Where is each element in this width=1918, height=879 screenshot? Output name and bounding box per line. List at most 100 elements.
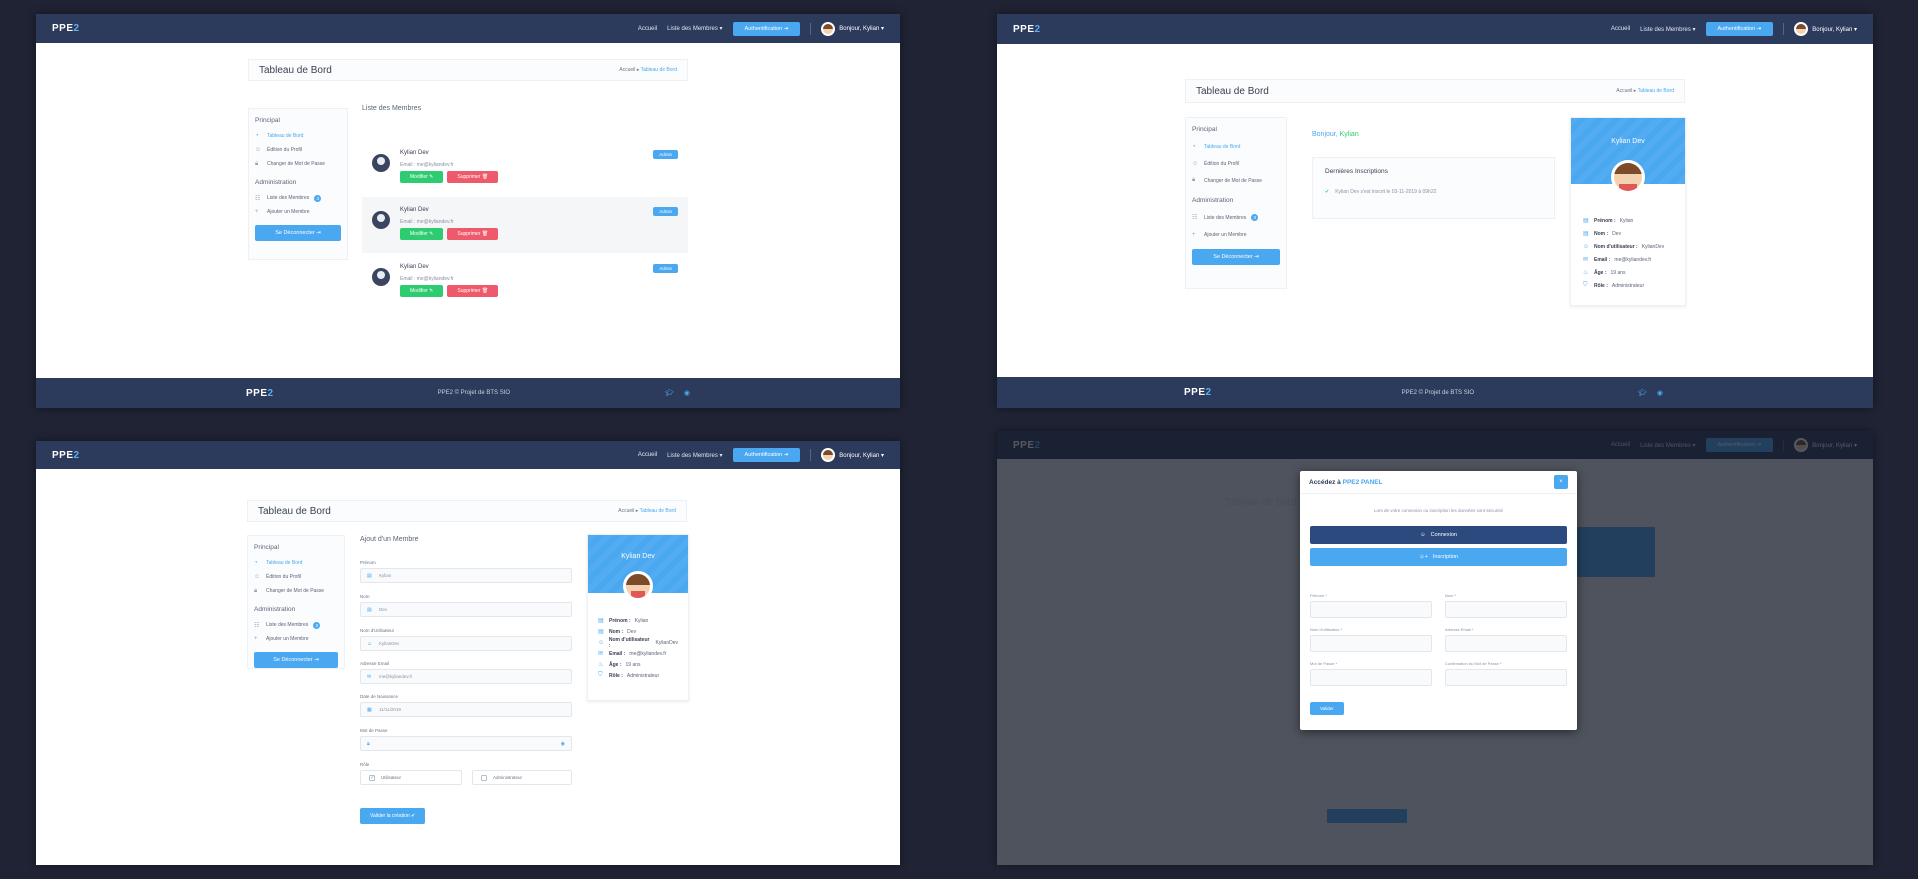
footer-logo[interactable]: PPE2: [246, 388, 274, 399]
auth-button[interactable]: Authentification ⇥: [732, 21, 801, 36]
logout-button[interactable]: Se Déconnecter ⇥: [254, 652, 338, 668]
sidebar-item-edit-profile[interactable]: ☺ Édition du Profil: [255, 143, 341, 157]
sidebar-item-dashboard[interactable]: ◔ Tableau de Bord: [255, 129, 341, 143]
sidebar-item-dashboard[interactable]: ◔ Tableau de Bord: [254, 556, 338, 570]
breadcrumb: Accueil ▸ Tableau de Bord: [1616, 88, 1674, 94]
confirm-password-input[interactable]: [1445, 669, 1567, 686]
prenom-label: Prénom *: [1310, 593, 1327, 598]
prenom-input[interactable]: ▤ Kylian: [360, 568, 572, 583]
graduation-cap-icon[interactable]: 🎓︎: [1638, 389, 1647, 397]
top-navbar: PPE2 Accueil Liste des Membres ▾ Authent…: [997, 14, 1873, 44]
birthdate-input[interactable]: ▦ 11/11/2019: [360, 702, 572, 717]
password-input[interactable]: 🔒︎ ◉: [360, 736, 572, 751]
user-icon: ☺: [367, 640, 373, 647]
email-input[interactable]: ✉ me@kyliandev.fr: [360, 669, 572, 684]
logo[interactable]: PPE2: [52, 450, 80, 461]
user-menu[interactable]: Bonjour, Kylian ▾: [821, 448, 884, 462]
section-title: Ajout d'un Membre: [360, 536, 419, 543]
delete-button[interactable]: Supprimer 🗑: [447, 285, 499, 297]
nav-members-dropdown[interactable]: Liste des Membres ▾: [1640, 26, 1695, 33]
nom-input[interactable]: ▤ Dev: [360, 602, 572, 617]
github-icon[interactable]: ◉: [684, 389, 690, 397]
nav-home-link[interactable]: Accueil: [638, 452, 657, 458]
sidebar-item-edit-profile[interactable]: ☺ Édition du Profil: [254, 570, 338, 584]
nav-home-link[interactable]: Accueil: [1611, 26, 1630, 32]
close-icon[interactable]: ×: [1554, 475, 1568, 489]
divider: [1783, 23, 1785, 35]
nav-home-link[interactable]: Accueil: [638, 26, 657, 32]
role-user-checkbox[interactable]: ✓ Utilisateur: [360, 770, 462, 785]
submit-button[interactable]: Valider: [1310, 702, 1344, 715]
graduation-cap-icon[interactable]: 🎓︎: [665, 389, 674, 397]
prenom-label: Prénom: [360, 560, 376, 565]
profile-role: ⛉ Rôle : Administrateur: [1583, 282, 1645, 289]
sidebar-item-add-member[interactable]: + Ajouter un Membre: [255, 205, 341, 219]
screen-dashboard: PPE2 Accueil Liste des Membres ▾ Authent…: [997, 14, 1873, 408]
users-icon: ☷: [255, 195, 261, 202]
username-input[interactable]: [1310, 635, 1432, 652]
latest-signups-card: Dernières Inscriptions ✔ Kylian Dev s'est…: [1312, 157, 1555, 219]
sidebar-item-change-password[interactable]: 🔒︎ Changer de Mot de Passe: [254, 584, 338, 598]
profile-email: ✉ Email : me@kyliandev.fr: [1583, 256, 1652, 264]
email-input[interactable]: [1445, 635, 1567, 652]
logout-button[interactable]: Se Déconnecter ⇥: [1192, 249, 1280, 265]
member-name: Kylian Dev: [400, 264, 429, 270]
nom-input[interactable]: [1445, 601, 1567, 618]
sidebar-item-members[interactable]: ☷ Liste des Membres 3: [1192, 209, 1280, 226]
birthdate-label: Date de Naissance: [360, 694, 399, 699]
delete-button[interactable]: Supprimer 🗑: [447, 171, 499, 183]
breadcrumb-home[interactable]: Accueil: [619, 67, 635, 73]
github-icon[interactable]: ◉: [1657, 389, 1663, 397]
profile-role: ⛉ Rôle : Administrateur: [598, 672, 660, 679]
profile-name: Kylian Dev: [621, 553, 655, 560]
sidebar: Principal ◔ Tableau de Bord ☺ Édition du P…: [247, 535, 345, 669]
sidebar-item-dashboard[interactable]: ◔ Tableau de Bord: [1192, 138, 1280, 155]
prenom-input[interactable]: [1310, 601, 1432, 618]
auth-button[interactable]: Authentification ⇥: [732, 448, 801, 462]
divider: [810, 22, 812, 35]
edit-button[interactable]: Modifier ✎: [400, 285, 444, 297]
sidebar-item-add-member[interactable]: + Ajouter un Membre: [254, 632, 338, 646]
id-card-icon: ▤: [598, 618, 604, 624]
connexion-button[interactable]: ☺ Connexion: [1310, 526, 1567, 544]
delete-button[interactable]: Supprimer 🗑: [447, 228, 499, 240]
username-label: Nom d'Utilisateur: [360, 628, 395, 633]
divider: [810, 449, 812, 461]
password-label: Mot de Passe *: [1310, 661, 1338, 666]
page-title: Tableau de Bord: [258, 505, 331, 517]
logo[interactable]: PPE2: [1013, 24, 1041, 35]
breadcrumb-home[interactable]: Accueil: [618, 508, 634, 514]
logo[interactable]: PPE2: [52, 23, 80, 34]
modal-header: Accédez à PPE2 PANEL ×: [1300, 471, 1577, 494]
sidebar-item-add-member[interactable]: + Ajouter un Membre: [1192, 226, 1280, 243]
welcome-text: Bonjour, Kylian: [1312, 131, 1359, 138]
user-menu[interactable]: Bonjour, Kylian ▾: [821, 21, 884, 36]
auth-button[interactable]: Authentification ⇥: [1705, 22, 1774, 36]
logout-button[interactable]: Se Déconnecter ⇥: [255, 225, 341, 241]
sidebar-item-edit-profile[interactable]: ☺ Édition du Profil: [1192, 155, 1280, 172]
breadcrumb-home[interactable]: Accueil: [1616, 88, 1632, 94]
footer-logo[interactable]: PPE2: [1184, 387, 1212, 398]
sidebar-section-admin: Administration: [254, 606, 296, 613]
sidebar-item-members[interactable]: ☷ Liste des Membres 3: [254, 618, 338, 632]
page-header: Tableau de Bord Accueil ▸ Tableau de Bor…: [248, 59, 688, 81]
nav-members-dropdown[interactable]: Liste des Membres ▾: [667, 25, 722, 32]
nav-members-dropdown[interactable]: Liste des Membres ▾: [667, 452, 722, 459]
eye-icon[interactable]: ◉: [561, 741, 565, 747]
inscription-button[interactable]: ☺+ Inscription: [1310, 548, 1567, 566]
password-input[interactable]: [1310, 669, 1432, 686]
screen-members-list: PPE2 Accueil Liste des Membres ▾ Authent…: [36, 14, 900, 408]
user-menu[interactable]: Bonjour, Kylian ▾: [1794, 22, 1857, 36]
username-input[interactable]: ☺ KylianDev: [360, 636, 572, 651]
footer: PPE2 PPE2 © Projet de BTS SIO 🎓︎ ◉: [36, 378, 900, 408]
edit-button[interactable]: Modifier ✎: [400, 228, 444, 240]
breadcrumb-current: Tableau de Bord: [640, 67, 677, 73]
sidebar-item-members[interactable]: ☷ Liste des Membres 3: [255, 191, 341, 205]
shield-icon: ⛉: [1583, 282, 1588, 288]
sidebar-item-change-password[interactable]: 🔒︎ Changer de Mot de Passe: [1192, 172, 1280, 189]
id-card-icon: ▤: [598, 629, 604, 635]
role-admin-checkbox[interactable]: Administrateur: [472, 770, 572, 785]
create-member-button[interactable]: Valider la création ✔: [360, 808, 426, 824]
edit-button[interactable]: Modifier ✎: [400, 171, 444, 183]
sidebar-item-change-password[interactable]: 🔒︎ Changer de Mot de Passe: [255, 157, 341, 171]
